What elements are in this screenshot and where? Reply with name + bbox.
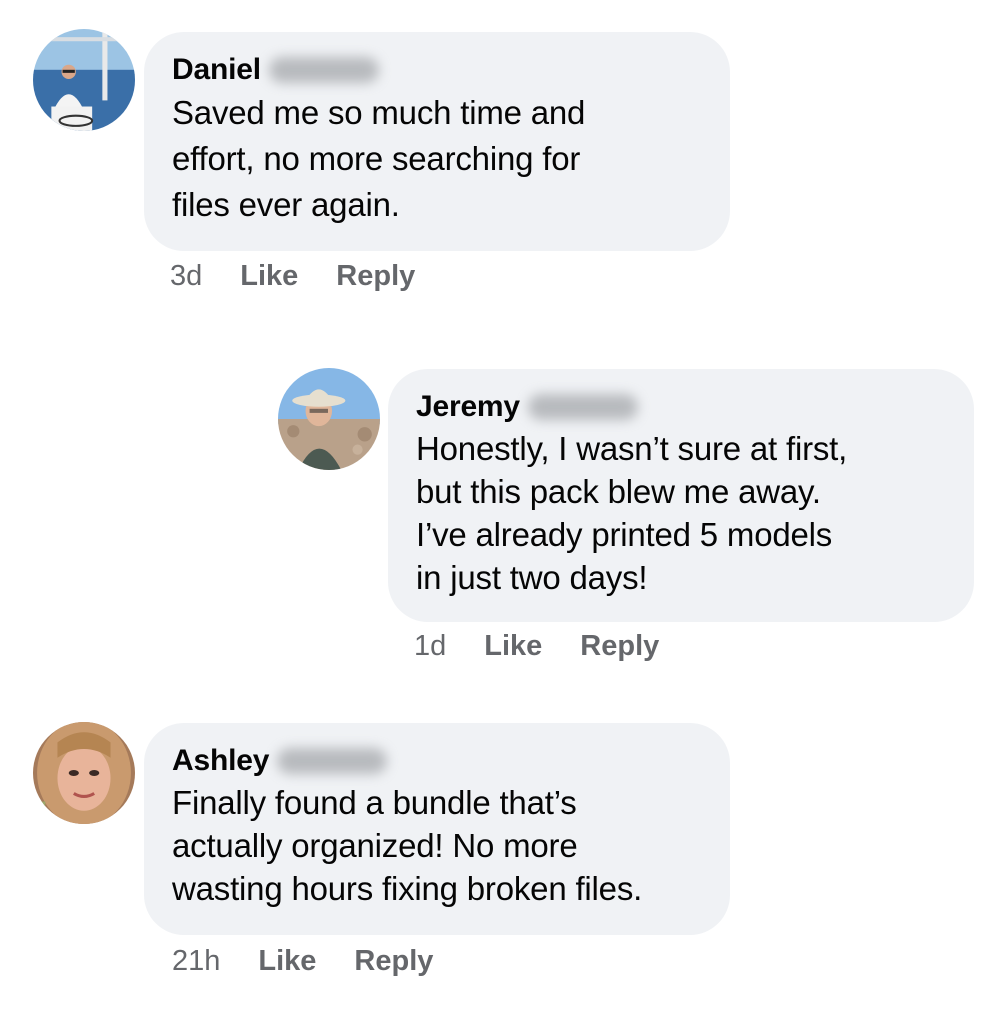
comment-actions: 1d Like Reply	[414, 630, 659, 663]
comment-bubble: Daniel Saved me so much time and effort,…	[144, 32, 730, 251]
comment-bubble: Ashley Finally found a bundle that’s act…	[144, 723, 730, 935]
man-with-hat-avatar-icon	[278, 368, 380, 470]
comment-author[interactable]: Jeremy	[416, 389, 520, 425]
comment-text-line: wasting hours fixing broken files.	[172, 870, 643, 907]
comment-timestamp[interactable]: 1d	[414, 630, 446, 663]
comment-actions: 21h Like Reply	[172, 945, 433, 978]
comment-text-line: actually organized! No more	[172, 827, 578, 864]
comment-timestamp[interactable]: 3d	[170, 260, 202, 293]
comment-timestamp[interactable]: 21h	[172, 945, 220, 978]
comment-text-line: Finally found a bundle that’s	[172, 784, 577, 821]
redacted-surname	[268, 57, 379, 83]
avatar[interactable]	[33, 722, 135, 824]
avatar[interactable]	[33, 29, 135, 131]
comment-text-line: in just two days!	[416, 559, 648, 596]
like-button[interactable]: Like	[240, 260, 298, 293]
avatar[interactable]	[278, 368, 380, 470]
comment-bubble: Jeremy Honestly, I wasn’t sure at first,…	[388, 369, 974, 622]
reply-button[interactable]: Reply	[580, 630, 659, 663]
comment-text: Finally found a bundle that’s actually o…	[172, 781, 704, 910]
comment-text-line: I’ve already printed 5 models	[416, 516, 833, 553]
like-button[interactable]: Like	[484, 630, 542, 663]
reply-button[interactable]: Reply	[336, 260, 415, 293]
like-button[interactable]: Like	[258, 945, 316, 978]
comment-text-line: but this pack blew me away.	[416, 473, 821, 510]
comment-actions: 3d Like Reply	[170, 260, 415, 293]
redacted-surname	[527, 394, 638, 420]
woman-selfie-avatar-icon	[33, 722, 135, 824]
comment-text-line: Honestly, I wasn’t sure at first,	[416, 430, 848, 467]
comment-author[interactable]: Ashley	[172, 743, 269, 779]
comment-text: Honestly, I wasn’t sure at first, but th…	[416, 427, 948, 599]
comment-text: Saved me so much time and effort, no mor…	[172, 90, 704, 228]
comment-text-line: Saved me so much time and	[172, 94, 586, 131]
reply-button[interactable]: Reply	[354, 945, 433, 978]
comment-text-line: effort, no more searching for	[172, 140, 581, 177]
comment-text-line: files ever again.	[172, 186, 400, 223]
redacted-surname	[277, 748, 388, 774]
comment-author[interactable]: Daniel	[172, 52, 261, 88]
person-on-boat-avatar-icon	[33, 29, 135, 131]
